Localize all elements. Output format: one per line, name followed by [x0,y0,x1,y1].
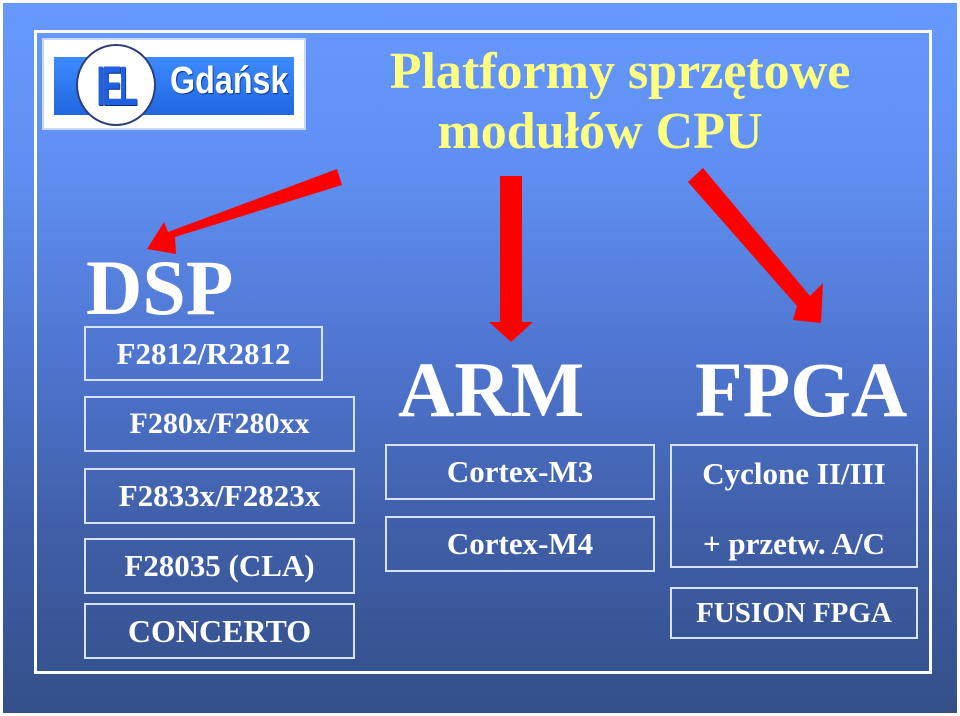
dsp-item: F28035 (CLA) [84,538,355,594]
fpga-item: + przetw. A/C [702,526,886,561]
fpga-item: Cyclone II/III [702,456,886,491]
dsp-item: F2812/R2812 [84,326,323,381]
fpga-item: FUSION FPGA [670,587,918,639]
arrow-to-arm-icon [489,176,533,342]
dsp-heading: DSP [86,244,234,331]
dsp-item: F280x/F280xx [84,396,355,452]
dsp-item: F2833x/F2823x [84,468,355,524]
arrow-to-dsp-icon [147,169,342,254]
fpga-heading: FPGA [695,346,908,433]
fpga-item-group: Cyclone II/III + przetw. A/C [670,444,918,568]
arm-item: Cortex-M3 [385,444,655,500]
arm-heading: ARM [398,346,585,433]
arm-item: Cortex-M4 [385,516,655,572]
dsp-item: CONCERTO [84,603,355,659]
arrow-to-fpga-icon [688,168,823,323]
